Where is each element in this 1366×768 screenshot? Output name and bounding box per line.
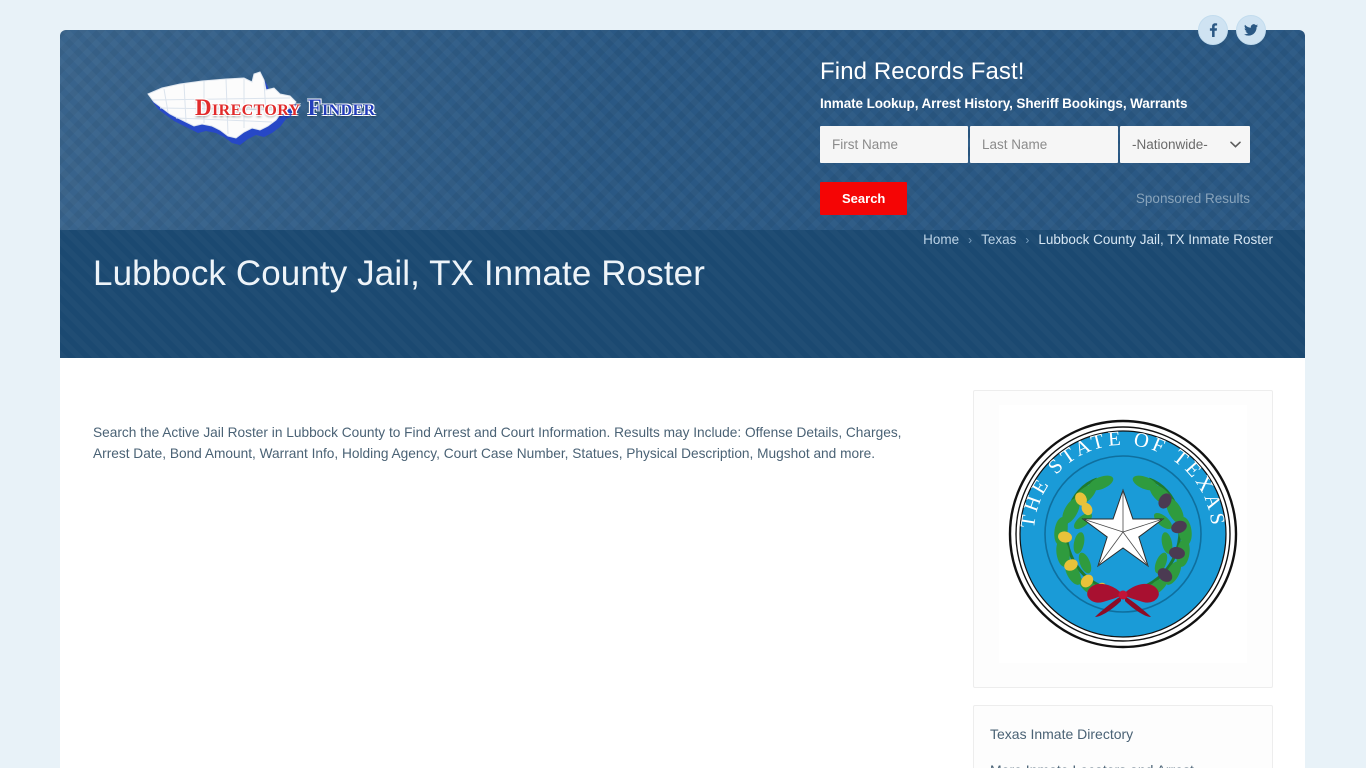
link-texas-inmate-directory[interactable]: Texas Inmate Directory: [990, 724, 1256, 744]
twitter-icon: [1243, 22, 1259, 38]
site-header: Directory Finder Find Records Fast! Inmat…: [60, 30, 1305, 230]
facebook-icon: [1205, 22, 1221, 38]
page-title-band: Lubbock County Jail, TX Inmate Roster Ho…: [60, 230, 1305, 358]
link-more-inmate-locators[interactable]: More Inmate Locators and Arrest: [990, 760, 1256, 768]
header-heading: Find Records Fast!: [820, 58, 1025, 85]
logo-word-finder: Finder: [307, 95, 376, 120]
main-content: Search the Active Jail Roster in Lubbock…: [60, 358, 1305, 768]
twitter-button[interactable]: [1236, 15, 1266, 45]
related-links-card: Texas Inmate Directory More Inmate Locat…: [973, 705, 1273, 768]
search-actions: Search Sponsored Results: [820, 181, 1250, 215]
intro-paragraph: Search the Active Jail Roster in Lubbock…: [93, 424, 902, 462]
social-links: [1198, 15, 1266, 45]
search-form: -Nationwide-: [820, 125, 1250, 163]
page-root: Directory Finder Find Records Fast! Inmat…: [0, 0, 1366, 768]
texas-state-seal: THE STATE OF TEXAS: [999, 405, 1247, 663]
header-subheading: Inmate Lookup, Arrest History, Sheriff B…: [820, 95, 1188, 111]
logo-wordmark: Directory Finder: [195, 96, 376, 119]
breadcrumb-separator-icon: ›: [968, 232, 973, 247]
breadcrumb-home[interactable]: Home: [923, 232, 959, 247]
state-select[interactable]: -Nationwide-: [1120, 125, 1250, 163]
last-name-input[interactable]: [970, 125, 1118, 163]
first-name-input[interactable]: [820, 125, 968, 163]
breadcrumb-separator-icon: ›: [1025, 232, 1030, 247]
state-seal-card: THE STATE OF TEXAS: [973, 390, 1273, 688]
sidebar: THE STATE OF TEXAS Texas Inmate Director…: [973, 390, 1273, 768]
search-button[interactable]: Search: [820, 181, 908, 215]
page-title: Lubbock County Jail, TX Inmate Roster: [93, 254, 705, 293]
logo-word-directory: Directory: [195, 95, 301, 120]
breadcrumb-texas[interactable]: Texas: [981, 232, 1016, 247]
breadcrumb: Home › Texas › Lubbock County Jail, TX I…: [923, 232, 1273, 247]
sponsored-results-label: Sponsored Results: [1135, 190, 1250, 206]
state-select-wrapper: -Nationwide-: [1120, 125, 1250, 163]
breadcrumb-current: Lubbock County Jail, TX Inmate Roster: [1038, 232, 1273, 247]
site-logo[interactable]: Directory Finder: [140, 68, 390, 148]
facebook-button[interactable]: [1198, 15, 1228, 45]
site-container: Directory Finder Find Records Fast! Inmat…: [60, 30, 1305, 768]
header-search-panel: Find Records Fast! Inmate Lookup, Arrest…: [820, 58, 1250, 215]
